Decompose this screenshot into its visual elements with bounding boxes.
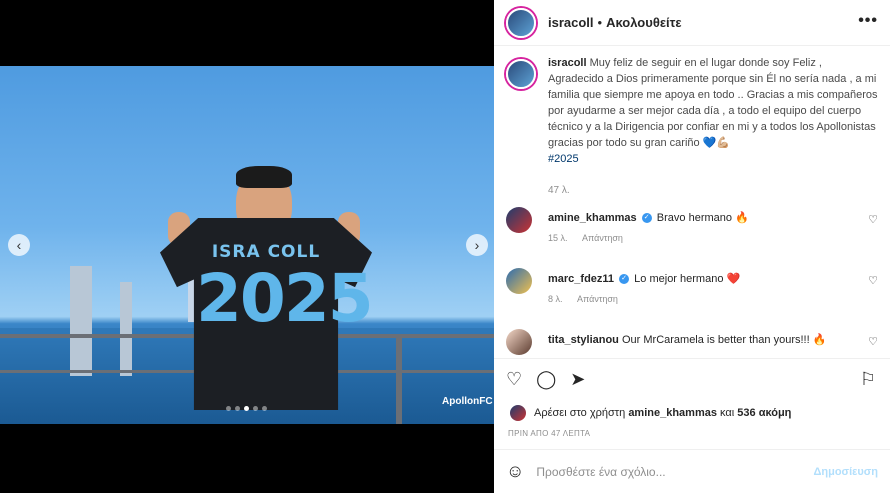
- post-media: ISRA COLL 2025 ApollonFC ‹ ›: [0, 0, 494, 493]
- caption-body: Muy feliz de seguir en el lugar donde so…: [548, 57, 878, 149]
- comment-row: tita_stylianou Our MrCaramela is better …: [506, 329, 886, 358]
- carousel-dot: [235, 406, 240, 411]
- avatar[interactable]: [506, 268, 532, 294]
- carousel-dot: [253, 406, 258, 411]
- verified-icon: ✓: [619, 274, 630, 285]
- comment-text: Lo mejor hermano ❤️: [634, 273, 741, 285]
- caption-text: isracoll Muy feliz de seguir en el lugar…: [548, 55, 878, 167]
- jersey-number: 2025: [196, 260, 374, 337]
- save-bookmark-icon[interactable]: ⚐: [860, 369, 876, 390]
- like-comment-heart-icon[interactable]: ♡: [868, 213, 878, 226]
- like-heart-icon[interactable]: ♡: [506, 369, 522, 390]
- hashtag-link[interactable]: #2025: [548, 153, 579, 165]
- verified-icon: ✓: [641, 213, 652, 224]
- building: [70, 266, 92, 376]
- more-options-icon[interactable]: •••: [858, 12, 878, 30]
- prev-arrow-icon[interactable]: ‹: [8, 234, 30, 256]
- likes-count[interactable]: 536 ακόμη: [737, 407, 791, 419]
- share-paper-plane-icon[interactable]: ➤: [570, 369, 585, 390]
- post-panel: isracoll • Ακολουθείτε ••• isracoll Muy …: [494, 0, 890, 493]
- likes-middle: και: [720, 407, 735, 419]
- avatar[interactable]: [506, 329, 532, 355]
- comment-input[interactable]: [536, 464, 814, 479]
- carousel-dot: [262, 406, 267, 411]
- carousel-dot-active: [244, 406, 249, 411]
- follow-status[interactable]: Ακολουθείτε: [606, 15, 682, 30]
- building: [120, 282, 132, 376]
- person-hair: [236, 166, 292, 188]
- comment-username[interactable]: amine_khammas: [548, 212, 637, 224]
- carousel-dot: [226, 406, 231, 411]
- emoji-icon[interactable]: ☺: [506, 461, 524, 482]
- comment-username[interactable]: tita_stylianou: [548, 334, 619, 346]
- comment-meta: 15 λ. Απάντηση: [548, 233, 623, 243]
- comment-bubble-icon[interactable]: ◯: [536, 369, 556, 390]
- add-comment-bar: ☺ Δημοσίευση: [494, 449, 890, 493]
- comment-line: marc_fdez11 ✓ Lo mejor hermano ❤️: [548, 272, 740, 285]
- comment-time: 15 λ.: [548, 233, 568, 243]
- jersey-name: ISRA COLL: [211, 242, 321, 262]
- comment-text: Bravo hermano 🔥: [656, 212, 749, 224]
- reply-button[interactable]: Απάντηση: [582, 233, 623, 243]
- carousel-dots: [226, 406, 267, 411]
- next-arrow-icon[interactable]: ›: [466, 234, 488, 256]
- likes-prefix: Αρέσει στο χρήστη: [534, 407, 626, 419]
- liker-username[interactable]: amine_khammas: [628, 407, 717, 419]
- post-comment-button[interactable]: Δημοσίευση: [813, 466, 878, 478]
- caption-username[interactable]: isracoll: [548, 57, 587, 69]
- comment-line: amine_khammas ✓ Bravo hermano 🔥: [548, 211, 749, 224]
- railing-post: [396, 334, 402, 424]
- comment-line: tita_stylianou Our MrCaramela is better …: [548, 333, 826, 346]
- header-separator: •: [597, 15, 603, 30]
- comment-time: 8 λ.: [548, 294, 563, 304]
- likes-summary: Αρέσει στο χρήστη amine_khammas και 536 …: [510, 405, 791, 421]
- action-icons: ♡ ◯ ➤: [506, 369, 585, 390]
- caption-time: 47 λ.: [548, 185, 570, 196]
- watermark: ApollonFC: [442, 396, 493, 407]
- post-header: isracoll • Ακολουθείτε •••: [494, 0, 890, 46]
- like-comment-heart-icon[interactable]: ♡: [868, 274, 878, 287]
- comment-meta: 8 λ. Απάντηση: [548, 294, 618, 304]
- avatar[interactable]: [506, 59, 536, 89]
- like-comment-heart-icon[interactable]: ♡: [868, 335, 878, 348]
- comment-text: Our MrCaramela is better than yours!!! 🔥: [621, 334, 827, 346]
- comment-row: marc_fdez11 ✓ Lo mejor hermano ❤️ 8 λ. Α…: [506, 268, 886, 318]
- avatar[interactable]: [506, 7, 536, 38]
- comment-row: amine_khammas ✓ Bravo hermano 🔥 15 λ. Απ…: [506, 207, 886, 257]
- avatar[interactable]: [506, 207, 532, 233]
- reply-button[interactable]: Απάντηση: [577, 294, 618, 304]
- comment-username[interactable]: marc_fdez11: [548, 273, 614, 285]
- header-username[interactable]: isracoll: [548, 15, 594, 30]
- comments-list[interactable]: isracoll Muy feliz de seguir en el lugar…: [494, 47, 890, 358]
- liker-avatar[interactable]: [510, 405, 526, 421]
- post-photo[interactable]: ISRA COLL 2025 ApollonFC: [0, 66, 494, 424]
- post-timestamp[interactable]: ΠΡΙΝ ΑΠΟ 47 ΛΕΠΤΑ: [508, 429, 590, 438]
